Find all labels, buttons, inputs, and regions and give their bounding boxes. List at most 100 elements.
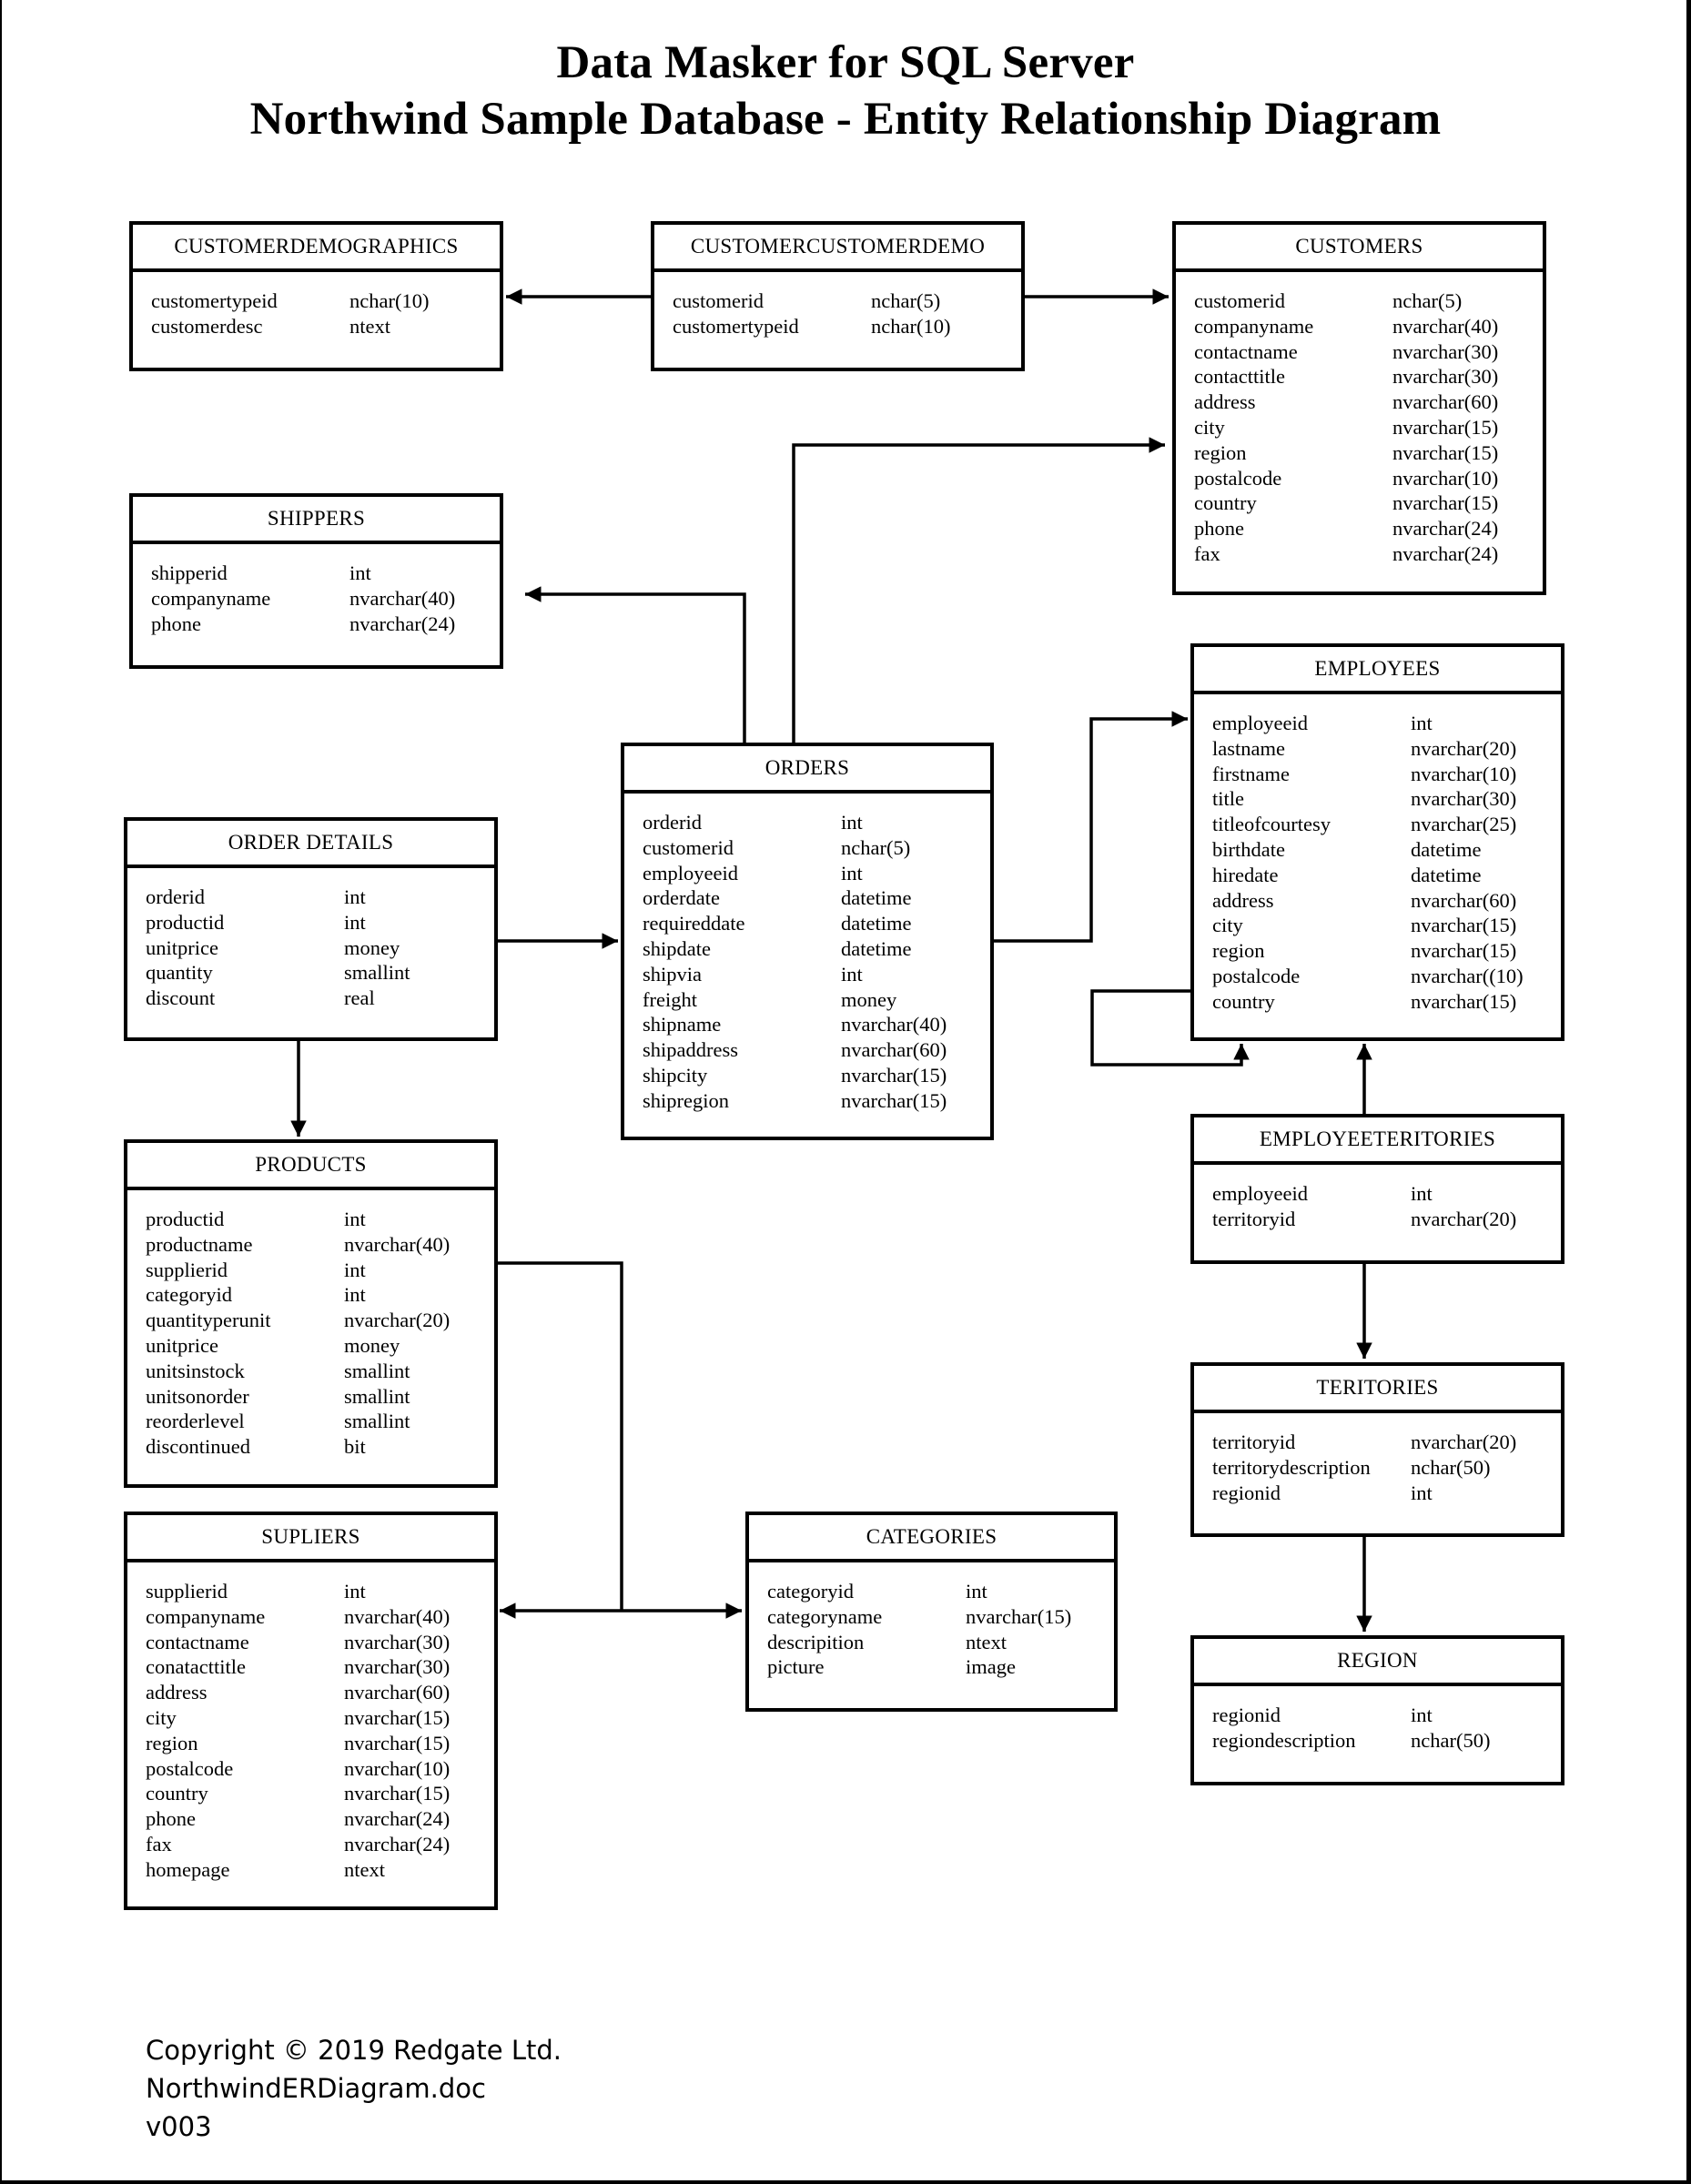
field-row: fax nvarchar(24) [1194,541,1543,567]
entity-fields: supplierid int companyname nvarchar(40) cont… [127,1562,494,1883]
field-row: customerid nchar(5) [673,288,1021,314]
field-name: productid [146,1208,225,1230]
field-type: int [841,962,863,986]
entity-name: CUSTOMERDEMOGRAPHICS [133,225,500,272]
field-name: customertypeid [151,289,278,312]
field-type: nvarchar(15) [1411,939,1517,963]
field-row: customerdesc ntext [151,314,500,339]
field-type: smallint [344,1384,410,1408]
entity-customers[interactable]: CUSTOMERS customerid nchar(5) companyname nv… [1172,221,1546,595]
field-row: productid int [146,910,494,935]
field-type: nvarchar(40) [344,1604,451,1628]
entity-orderdetails[interactable]: ORDER DETAILS orderid int productid int unitp… [124,817,498,1041]
footer-filename: NorthwindERDiagram.doc [146,2073,486,2104]
entity-region[interactable]: REGION regionid int regiondescription nchar(… [1190,1635,1564,1785]
entity-name: ORDER DETAILS [127,821,494,868]
field-row: requireddate datetime [643,911,990,936]
field-type: nvarchar(10) [1411,762,1517,785]
field-type: nvarchar(15) [344,1731,451,1754]
entity-fields: customerid nchar(5) customertypeid nchar(10… [654,272,1021,339]
field-type: nvarchar(15) [966,1604,1072,1628]
field-name: orderdate [643,886,720,910]
field-type: nvarchar(60) [841,1038,947,1062]
entity-name: PRODUCTS [127,1143,494,1190]
field-name: shipregion [643,1088,729,1112]
field-name: region [1194,440,1247,464]
field-name: country [1194,491,1257,515]
field-row: phone nvarchar(24) [151,612,500,637]
entity-shippers[interactable]: SHIPPERS shipperid int companyname nvarchar(… [129,493,503,669]
entity-orders[interactable]: ORDERS orderid int customerid nchar(5) employ… [621,743,994,1140]
field-type: real [344,986,375,1010]
field-name: shipcity [643,1063,708,1087]
field-row: descripition ntext [767,1630,1114,1655]
field-row: orderid int [643,810,990,835]
field-name: freight [643,987,697,1011]
entity-name: CUSTOMERCUSTOMERDEMO [654,225,1021,272]
entity-name: TERITORIES [1194,1366,1561,1413]
field-type: datetime [841,886,912,910]
field-type: int [1411,712,1433,734]
entity-employeeteritories[interactable]: EMPLOYEETERITORIES employeeid int territory… [1190,1114,1564,1264]
field-type: ntext [344,1857,385,1881]
field-name: hiredate [1212,863,1279,886]
field-row: customerid nchar(5) [643,835,990,861]
entity-fields: shipperid int companyname nvarchar(40) phone… [133,544,500,636]
field-row: companyname nvarchar(40) [146,1604,494,1630]
field-row: orderdate datetime [643,885,990,911]
field-name: regionid [1212,1481,1281,1504]
field-name: categoryid [146,1283,232,1307]
entity-customerdemographics[interactable]: CUSTOMERDEMOGRAPHICS customertypeid nchar(… [129,221,503,371]
field-type: nvarchar(40) [344,1232,451,1256]
field-name: birthdate [1212,837,1285,861]
field-row: hiredate datetime [1212,863,1561,888]
entity-fields: orderid int customerid nchar(5) employeeid in… [624,794,990,1114]
field-name: fax [146,1832,172,1855]
field-type: nvarchar(24) [344,1807,451,1831]
field-type: smallint [344,961,410,985]
field-type: nvarchar(30) [344,1655,451,1679]
entity-customercustomerdemo[interactable]: CUSTOMERCUSTOMERDEMO customerid nchar(5) cu… [651,221,1025,371]
field-row: regiondescription nchar(50) [1212,1728,1561,1754]
field-type: nvarchar(20) [1411,1207,1517,1230]
field-row: productname nvarchar(40) [146,1232,494,1258]
field-name: regiondescription [1212,1728,1356,1752]
field-row: regionid int [1212,1481,1561,1506]
field-name: homepage [146,1857,230,1881]
field-row: regionid int [1212,1703,1561,1728]
field-row: address nvarchar(60) [146,1680,494,1705]
field-row: phone nvarchar(24) [1194,516,1543,541]
field-name: regionid [1212,1704,1281,1726]
field-name: address [146,1681,208,1704]
field-row: country nvarchar(15) [146,1781,494,1806]
entity-categories[interactable]: CATEGORIES categoryid int categoryname nvarc… [745,1512,1118,1712]
field-row: unitsonorder smallint [146,1384,494,1410]
field-type: int [344,1208,366,1230]
field-type: nvarchar(10) [344,1756,451,1780]
rel-orders-to-shippers [525,586,746,743]
entity-products[interactable]: PRODUCTS productid int productname nvarchar(… [124,1139,498,1488]
field-row: companyname nvarchar(40) [1194,314,1543,339]
field-type: nvarchar(24) [1392,541,1499,565]
entity-employees[interactable]: EMPLOYEES employeeid int lastname nvarchar(2… [1190,643,1564,1041]
field-row: customertypeid nchar(10) [673,314,1021,339]
entity-name: ORDERS [624,746,990,794]
field-type: nvarchar(15) [841,1063,947,1087]
field-row: shipvia int [643,962,990,987]
entity-name: CATEGORIES [749,1515,1114,1562]
field-row: phone nvarchar(24) [146,1806,494,1832]
entity-teritories[interactable]: TERITORIES territoryid nvarchar(20) territo… [1190,1362,1564,1537]
field-name: country [146,1782,208,1805]
field-type: nvarchar(15) [1392,440,1499,464]
field-row: birthdate datetime [1212,837,1561,863]
field-name: region [1212,939,1265,963]
field-name: supplierid [146,1580,228,1603]
entity-supliers[interactable]: SUPLIERS supplierid int companyname nvarchar… [124,1512,498,1910]
field-type: nvarchar(10) [1392,466,1499,490]
field-name: lastname [1212,736,1285,760]
field-type: nvarchar(30) [1392,339,1499,363]
field-name: contactname [146,1630,249,1653]
field-type: money [841,987,897,1011]
field-type: nvarchar(15) [1392,491,1499,515]
field-type: datetime [1411,863,1482,886]
